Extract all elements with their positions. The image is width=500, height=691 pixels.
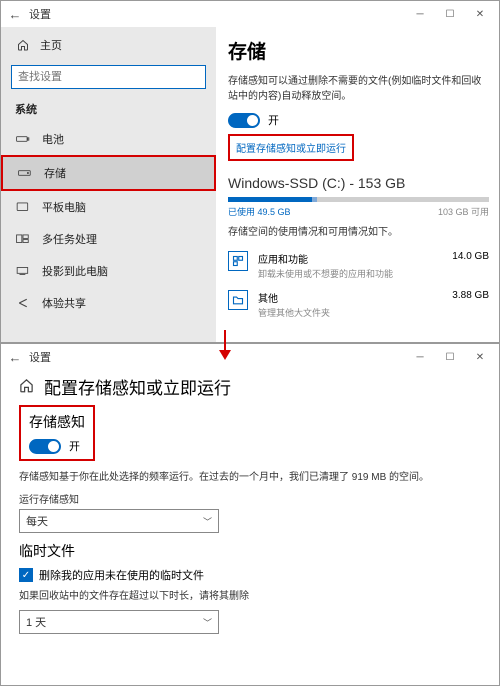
sidebar-item-label: 电池 xyxy=(42,131,64,147)
run-label: 运行存储感知 xyxy=(19,491,481,506)
titlebar: ← 设置 ─ ☐ ✕ xyxy=(1,1,499,27)
close-button[interactable]: ✕ xyxy=(465,345,495,369)
storage-sense-toggle[interactable] xyxy=(29,439,61,454)
category-sub: 卸载未使用或不想要的应用和功能 xyxy=(258,267,489,280)
category-size: 3.88 GB xyxy=(452,290,489,305)
category-size: 14.0 GB xyxy=(452,251,489,266)
window-title: 设置 xyxy=(29,349,51,365)
drive-used-label: 已使用 49.5 GB xyxy=(228,205,291,218)
page-title: 配置存储感知或立即运行 xyxy=(44,374,231,399)
recycle-note: 如果回收站中的文件存在超过以下时长，请将其删除 xyxy=(19,589,481,604)
tablet-icon xyxy=(15,201,30,214)
toggle-label: 开 xyxy=(268,112,279,128)
sidebar-home[interactable]: 主页 xyxy=(1,31,216,59)
delete-temp-checkbox[interactable]: ✓ xyxy=(19,568,33,582)
sidebar-item-label: 投影到此电脑 xyxy=(42,263,108,279)
sidebar-home-label: 主页 xyxy=(40,37,62,53)
content-area: 存储 存储感知可以通过删除不需要的文件(例如临时文件和回收站中的内容)自动释放空… xyxy=(216,27,499,342)
multitask-icon xyxy=(15,233,30,246)
toggle-label: 开 xyxy=(69,438,80,454)
sidebar-section-header: 系统 xyxy=(1,97,216,123)
settings-configure-sense-window: ← 设置 ─ ☐ ✕ 配置存储感知或立即运行 存储感知 开 存储感知基于你在此处… xyxy=(0,343,500,686)
sidebar-item-label: 多任务处理 xyxy=(42,231,97,247)
category-name: 其他 xyxy=(258,290,278,305)
sidebar: 主页 系统 电池 存储 平板电脑 多任务处理 xyxy=(1,27,216,342)
category-sub: 管理其他大文件夹 xyxy=(258,306,489,319)
titlebar: ← 设置 ─ ☐ ✕ xyxy=(1,344,499,370)
recycle-age-select[interactable]: 1 天 ﹀ xyxy=(19,610,219,634)
select-value: 每天 xyxy=(26,513,48,529)
folder-icon xyxy=(228,290,248,310)
apps-icon xyxy=(228,251,248,271)
storage-sense-toggle[interactable] xyxy=(228,113,260,128)
project-icon xyxy=(15,265,30,278)
drive-icon xyxy=(17,167,32,180)
select-value: 1 天 xyxy=(26,614,46,630)
sidebar-item-label: 体验共享 xyxy=(42,295,86,311)
sidebar-item-storage[interactable]: 存储 xyxy=(1,155,216,191)
sense-toggle-highlight: 存储感知 开 xyxy=(19,405,95,461)
run-frequency-select[interactable]: 每天 ﹀ xyxy=(19,509,219,533)
chevron-down-icon: ﹀ xyxy=(203,515,212,528)
sense-header: 存储感知 xyxy=(29,412,85,432)
home-icon xyxy=(15,39,30,52)
sidebar-item-shared[interactable]: 体验共享 xyxy=(1,287,216,319)
minimize-button[interactable]: ─ xyxy=(405,345,435,369)
drive-title: Windows-SSD (C:) - 153 GB xyxy=(228,175,489,191)
close-button[interactable]: ✕ xyxy=(465,2,495,26)
window-title: 设置 xyxy=(29,6,51,22)
chevron-down-icon: ﹀ xyxy=(203,616,212,629)
battery-icon xyxy=(15,133,30,146)
minimize-button[interactable]: ─ xyxy=(405,2,435,26)
category-other[interactable]: 其他 3.88 GB 管理其他大文件夹 xyxy=(228,285,489,324)
sidebar-item-label: 平板电脑 xyxy=(42,199,86,215)
share-icon xyxy=(15,297,30,310)
sidebar-item-tablet[interactable]: 平板电脑 xyxy=(1,191,216,223)
maximize-button[interactable]: ☐ xyxy=(435,345,465,369)
temp-header: 临时文件 xyxy=(19,541,481,561)
back-button[interactable]: ← xyxy=(5,350,25,365)
settings-storage-window: ← 设置 ─ ☐ ✕ 主页 系统 电池 存储 xyxy=(0,0,500,343)
annotation-arrow-icon xyxy=(210,330,240,360)
search-input[interactable] xyxy=(11,65,206,89)
maximize-button[interactable]: ☐ xyxy=(435,2,465,26)
category-apps[interactable]: 应用和功能 14.0 GB 卸载未使用或不想要的应用和功能 xyxy=(228,246,489,285)
sidebar-search[interactable] xyxy=(11,65,206,89)
back-button[interactable]: ← xyxy=(5,7,25,22)
configure-sense-link[interactable]: 配置存储感知或立即运行 xyxy=(230,136,352,159)
checkbox-label: 删除我的应用未在使用的临时文件 xyxy=(39,567,204,583)
content-area: 配置存储感知或立即运行 存储感知 开 存储感知基于你在此处选择的频率运行。在过去… xyxy=(1,370,499,642)
drive-usage-bar xyxy=(228,197,489,202)
drive-free-label: 103 GB 可用 xyxy=(438,205,489,218)
drive-note: 存储空间的使用情况和可用情况如下。 xyxy=(228,223,489,238)
page-title: 存储 xyxy=(228,37,489,64)
sidebar-item-multitask[interactable]: 多任务处理 xyxy=(1,223,216,255)
storage-sense-desc: 存储感知可以通过删除不需要的文件(例如临时文件和回收站中的内容)自动释放空间。 xyxy=(228,74,489,104)
sidebar-item-project[interactable]: 投影到此电脑 xyxy=(1,255,216,287)
sidebar-item-battery[interactable]: 电池 xyxy=(1,123,216,155)
sense-note: 存储感知基于你在此处选择的频率运行。在过去的一个月中，我们已清理了 919 MB… xyxy=(19,470,481,485)
category-name: 应用和功能 xyxy=(258,251,308,266)
sidebar-item-label: 存储 xyxy=(44,165,66,181)
home-icon[interactable] xyxy=(19,378,34,396)
